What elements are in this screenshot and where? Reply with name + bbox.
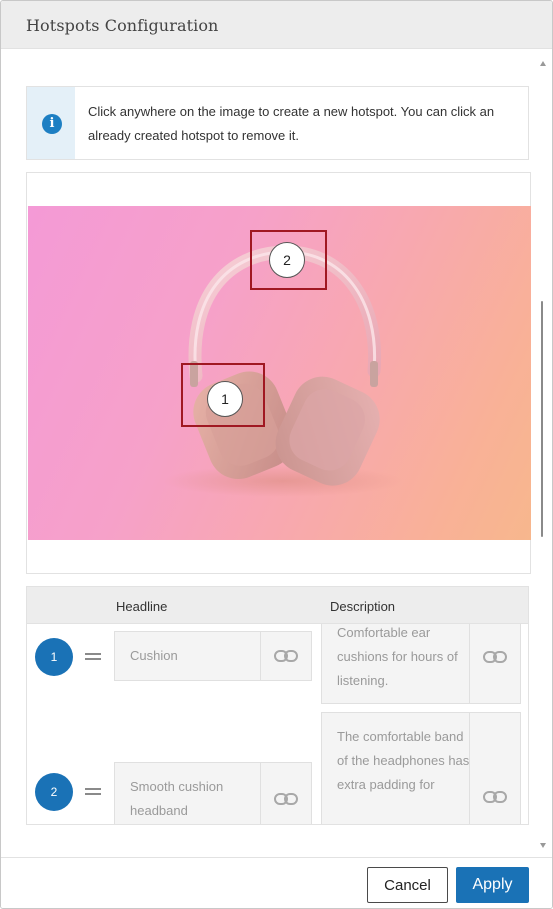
headline-field[interactable]: Cushion <box>114 631 312 681</box>
description-link-button[interactable] <box>469 713 520 824</box>
dialog-header: Hotspots Configuration <box>1 1 552 49</box>
link-icon <box>274 793 298 805</box>
link-icon <box>483 791 507 803</box>
hotspots-dialog: Hotspots Configuration i Click anywhere … <box>0 0 553 909</box>
image-frame: 2 1 <box>26 172 531 574</box>
info-message: i Click anywhere on the image to create … <box>26 86 529 160</box>
scroll-thumb[interactable] <box>541 301 543 537</box>
info-icon: i <box>42 114 62 134</box>
dialog-title: Hotspots Configuration <box>26 16 219 35</box>
info-icon-cell: i <box>27 87 75 159</box>
description-field[interactable]: Comfortable ear cushions for hours of li… <box>321 624 521 704</box>
hotspot-marker-1[interactable]: 1 <box>207 381 243 417</box>
cancel-button[interactable]: Cancel <box>367 867 448 903</box>
hotspot-image[interactable]: 2 1 <box>28 206 531 540</box>
table-row: 2 Smooth cushion headband The comfortabl… <box>27 712 528 824</box>
description-link-button[interactable] <box>469 624 520 703</box>
drag-handle-icon[interactable] <box>85 653 101 661</box>
headline-value: Smooth cushion headband <box>130 779 224 818</box>
headline-link-button[interactable] <box>260 763 311 824</box>
link-icon <box>274 650 298 662</box>
scroll-up-icon[interactable] <box>540 61 546 66</box>
description-value: Comfortable ear cushions for hours of li… <box>337 625 458 688</box>
scroll-down-icon[interactable] <box>540 843 546 848</box>
apply-button[interactable]: Apply <box>456 867 529 903</box>
hotspot-marker-2[interactable]: 2 <box>269 242 305 278</box>
description-field[interactable]: The comfortable band of the headphones h… <box>321 712 521 824</box>
dialog-footer: Cancel Apply <box>1 857 552 908</box>
table-header: Headline Description <box>27 587 528 624</box>
info-text: Click anywhere on the image to create a … <box>88 104 495 143</box>
hotspots-table: Headline Description 1 Cushion Comfortab… <box>26 586 529 825</box>
headline-value: Cushion <box>130 648 178 663</box>
table-body[interactable]: 1 Cushion Comfortable ear cushions for h… <box>27 624 528 824</box>
drag-handle-icon[interactable] <box>85 788 101 796</box>
table-row: 1 Cushion Comfortable ear cushions for h… <box>27 624 528 716</box>
headline-link-button[interactable] <box>260 632 311 680</box>
description-column-header: Description <box>330 599 396 614</box>
headline-column-header: Headline <box>116 599 168 614</box>
link-icon <box>483 651 507 663</box>
dialog-scrollbar[interactable] <box>537 51 549 856</box>
headline-field[interactable]: Smooth cushion headband <box>114 762 312 824</box>
hotspot-number-badge: 1 <box>35 638 73 676</box>
description-value: The comfortable band of the headphones h… <box>337 729 470 792</box>
hotspot-number-badge: 2 <box>35 773 73 811</box>
